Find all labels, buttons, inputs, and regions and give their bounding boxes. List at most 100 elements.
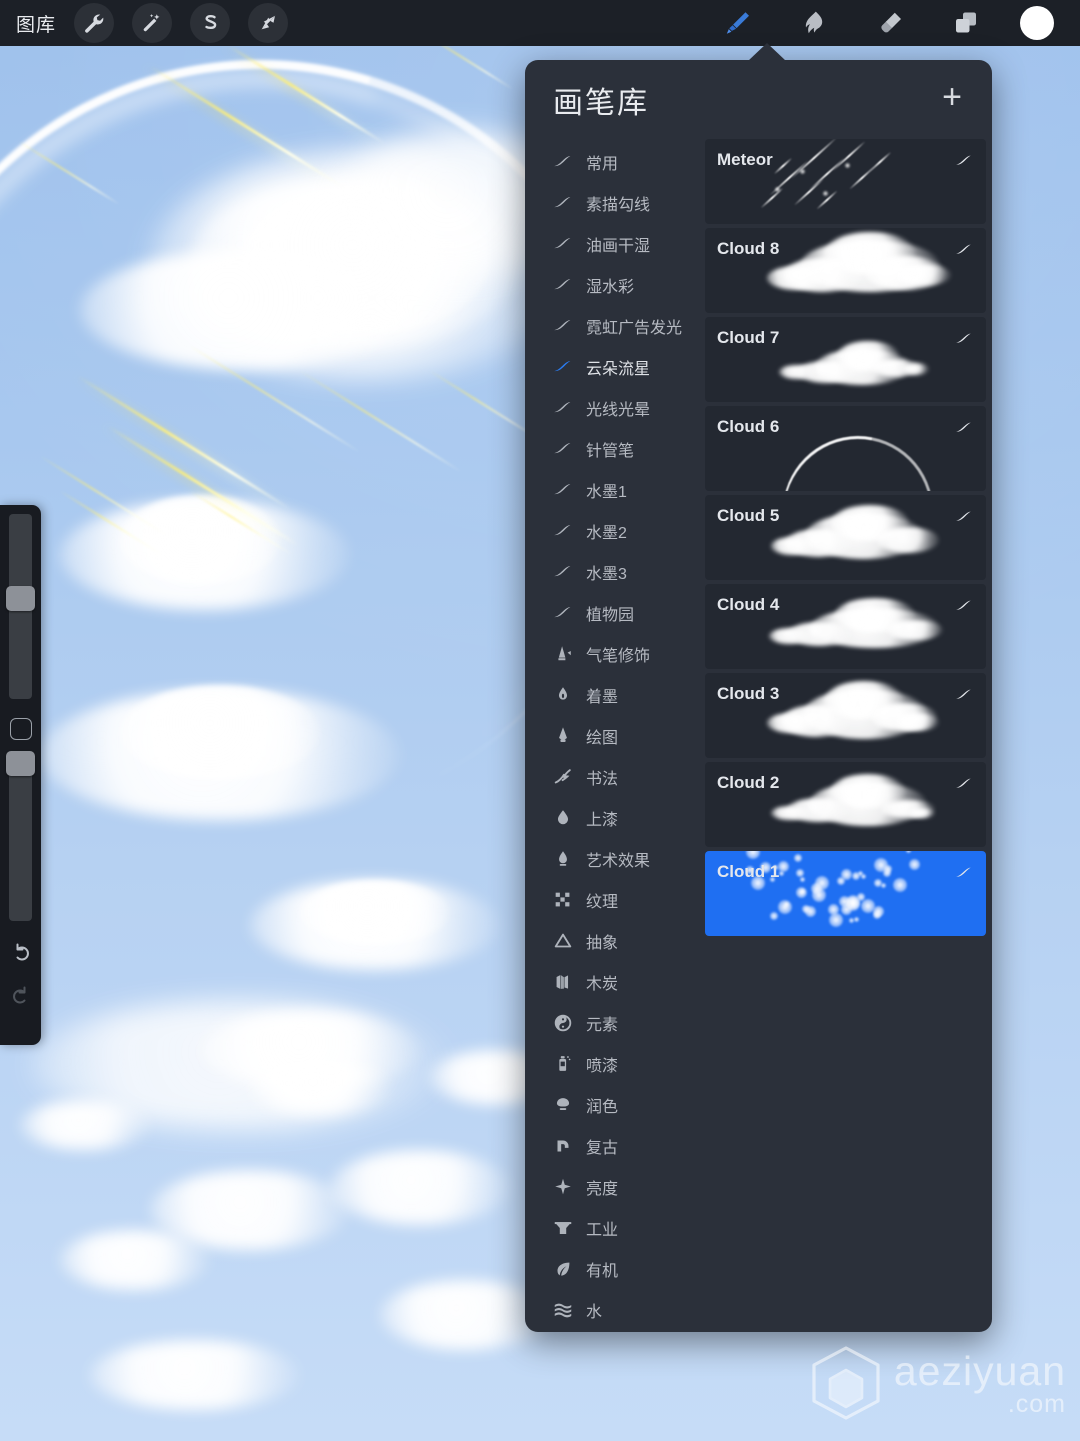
pencil-tip-icon (546, 725, 580, 747)
brush-category-label: 上漆 (586, 811, 619, 829)
brush-category-label: 水 (586, 1303, 603, 1321)
brush-category-label: 纹理 (586, 893, 619, 911)
brush-category-item[interactable]: 着墨 (525, 674, 705, 715)
brush-opacity-slider[interactable] (6, 751, 35, 921)
brush-category-item[interactable]: 复古 (525, 1125, 705, 1166)
brush-category-item[interactable]: 植物园 (525, 592, 705, 633)
brush-category-label: 光线光晕 (586, 401, 651, 419)
brush-category-item[interactable]: 书法 (525, 756, 705, 797)
brush-list-item[interactable]: Cloud 8 (705, 228, 986, 313)
brush-category-item[interactable]: 工业 (525, 1207, 705, 1248)
brush-category-item[interactable]: 润色 (525, 1084, 705, 1125)
brush-category-item[interactable]: 光线光晕 (525, 387, 705, 428)
brush-category-item[interactable]: 上漆 (525, 797, 705, 838)
page-title: 画笔库 (553, 86, 649, 120)
brush-size-slider[interactable] (6, 514, 35, 699)
brush-category-item[interactable]: 针管笔 (525, 428, 705, 469)
stroke-icon (952, 418, 976, 443)
redo-button[interactable] (9, 982, 33, 1011)
brush-category-item[interactable]: 元素 (525, 1002, 705, 1043)
stroke-icon (546, 192, 580, 214)
brush-category-item[interactable]: 亮度 (525, 1166, 705, 1207)
brush-library-panel: 画笔库 + 常用 素描勾线 油画干湿 湿水彩霓虹广告发光云朵流星光线光晕针管笔水墨1 水… (525, 60, 992, 1332)
brush-opacity-slider-thumb[interactable] (6, 751, 35, 776)
modify-button[interactable] (9, 718, 32, 740)
brush-category-item[interactable]: 艺术效果 (525, 838, 705, 879)
brush-size-slider-thumb[interactable] (6, 586, 35, 611)
brush-category-item[interactable]: 湿水彩 (525, 264, 705, 305)
brush-category-list[interactable]: 常用 素描勾线 油画干湿 湿水彩霓虹广告发光云朵流星光线光晕针管笔水墨1 水墨2 水墨3 植… (525, 139, 705, 1332)
brush-category-label: 水墨2 (586, 524, 627, 542)
brush-category-item[interactable]: 水墨2 (525, 510, 705, 551)
arrow-transform-icon[interactable] (248, 3, 289, 43)
cloud-puff (769, 628, 811, 644)
brush-list-item[interactable]: Cloud 3 (705, 673, 986, 758)
brush-category-item[interactable]: 有机 (525, 1248, 705, 1289)
brush-category-item[interactable]: 水 (525, 1289, 705, 1330)
cloud-dot (811, 883, 822, 894)
meteor-streak (868, 151, 892, 173)
brush-category-item[interactable]: 绘图 (525, 715, 705, 756)
cloud-puff (767, 713, 817, 733)
watermark-domain: .com (1007, 1390, 1066, 1419)
cloud-puff (877, 527, 939, 553)
brush-category-label: 水墨3 (586, 565, 627, 583)
layers-icon[interactable] (944, 3, 988, 43)
brush-name: Cloud 4 (717, 595, 780, 614)
brush-category-item[interactable]: 纹理 (525, 879, 705, 920)
undo-button[interactable] (9, 939, 33, 968)
leaf-icon (546, 1258, 580, 1280)
cloud-dot (796, 887, 807, 898)
gallery-button[interactable]: 图库 (16, 10, 56, 37)
cloud-dot (794, 854, 802, 862)
add-brush-button[interactable]: + (938, 80, 966, 120)
stroke-icon (546, 479, 580, 501)
brush-category-item[interactable]: 油画干湿 (525, 223, 705, 264)
brush-list-item[interactable]: Cloud 1 (705, 851, 986, 936)
watermark: aeziyuan .com (808, 1344, 1066, 1427)
brush-list-item[interactable]: Cloud 4 (705, 584, 986, 669)
brush-icon[interactable] (716, 3, 760, 43)
left-sidebar (0, 505, 41, 1045)
brush-category-item[interactable]: 气笔修饰 (525, 633, 705, 674)
eraser-icon[interactable] (868, 3, 912, 43)
brush-category-item[interactable]: 水墨1 (525, 469, 705, 510)
stroke-icon (546, 438, 580, 460)
brush-category-item[interactable]: 霓虹广告发光 (525, 305, 705, 346)
cloud-dot (909, 859, 920, 870)
color-swatch[interactable] (1020, 6, 1054, 40)
stroke-icon (546, 151, 580, 173)
brush-list-item[interactable]: Cloud 2 (705, 762, 986, 847)
brush-list-item[interactable]: Cloud 6 (705, 406, 986, 491)
brush-list-item[interactable]: Cloud 5 (705, 495, 986, 580)
brush-category-item[interactable]: 云朵流星 (525, 346, 705, 387)
cloud-dot (874, 858, 888, 872)
cloud-puff (909, 808, 935, 818)
meteor-head (775, 187, 780, 192)
meteor-streak (773, 157, 793, 175)
brush-category-item[interactable]: 水墨3 (525, 551, 705, 592)
brush-category-item[interactable]: 素描勾线 (525, 182, 705, 223)
toolbar-left-group: 图库 (0, 3, 289, 43)
brush-category-item[interactable]: 木炭 (525, 961, 705, 1002)
selection-s-icon[interactable] (190, 3, 231, 43)
brush-category-item[interactable]: 喷漆 (525, 1043, 705, 1084)
brush-name: Cloud 2 (717, 773, 780, 792)
brush-list-item[interactable]: Cloud 7 (705, 317, 986, 402)
brush-category-label: 霓虹广告发光 (586, 319, 683, 337)
brush-name: Cloud 7 (717, 328, 780, 347)
magic-wand-icon[interactable] (132, 3, 173, 43)
brush-list[interactable]: Meteor Cloud 8 Cloud 7 Cloud 6 Cloud 5 Cloud … (705, 139, 992, 1332)
brush-category-item[interactable]: 抽象 (525, 920, 705, 961)
smudge-icon[interactable] (792, 3, 836, 43)
brush-category-item[interactable]: 常用 (525, 141, 705, 182)
brush-category-label: 着墨 (586, 688, 619, 706)
water-waves-icon (546, 1299, 580, 1321)
cloud-puff (887, 620, 943, 640)
brush-category-label: 亮度 (586, 1180, 619, 1198)
brush-name: Cloud 6 (717, 417, 780, 436)
wrench-icon[interactable] (74, 3, 115, 43)
cloud-dot (800, 877, 805, 882)
brush-category-label: 水墨1 (586, 483, 627, 501)
brush-list-item[interactable]: Meteor (705, 139, 986, 224)
